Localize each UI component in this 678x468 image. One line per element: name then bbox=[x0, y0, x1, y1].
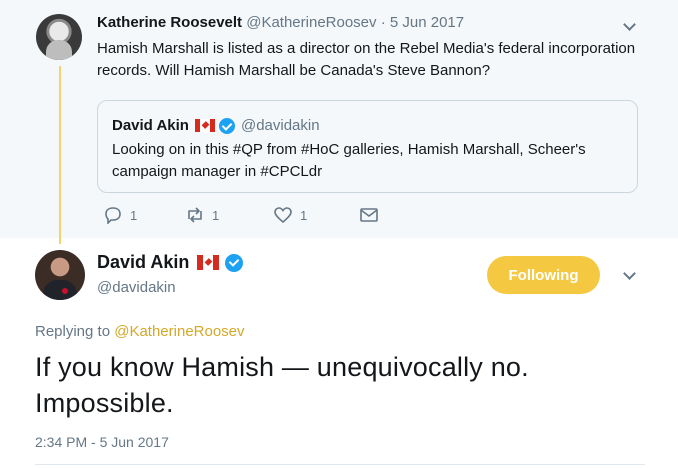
chevron-down-icon[interactable] bbox=[622, 268, 636, 282]
replying-to-handle-link[interactable]: @KatherineRoosev bbox=[114, 323, 244, 340]
following-button[interactable]: Following bbox=[487, 256, 600, 294]
main-author-name-row[interactable]: David Akin bbox=[97, 252, 244, 273]
retweet-icon bbox=[188, 207, 202, 223]
retweet-count: 1 bbox=[212, 207, 220, 223]
like-button[interactable]: 1 bbox=[273, 206, 307, 224]
verified-badge-icon bbox=[218, 117, 235, 134]
direct-message-icon bbox=[360, 208, 378, 222]
quoted-author-handle: @davidakin bbox=[240, 117, 320, 134]
parent-tweet-actions: 1 1 1 bbox=[97, 206, 397, 226]
verified-badge-icon bbox=[225, 253, 244, 272]
quoted-tweet-header: David Akin @davidakin bbox=[112, 117, 320, 134]
divider bbox=[35, 464, 645, 465]
parent-date[interactable]: 5 Jun 2017 bbox=[390, 14, 464, 31]
parent-tweet-header: Katherine Roosevelt @KatherineRoosev · 5… bbox=[97, 14, 464, 31]
canada-flag-icon bbox=[197, 255, 220, 270]
poppy-pin-icon bbox=[62, 288, 68, 294]
like-count: 1 bbox=[300, 207, 308, 223]
replying-prefix: Replying to bbox=[35, 323, 111, 340]
chevron-down-icon[interactable] bbox=[622, 19, 636, 33]
main-author-name[interactable]: David Akin bbox=[97, 252, 189, 273]
reply-button[interactable]: 1 bbox=[103, 206, 137, 224]
reply-icon bbox=[105, 207, 121, 224]
quoted-author-name: David Akin bbox=[112, 117, 189, 134]
parent-author-avatar[interactable] bbox=[36, 14, 82, 60]
direct-message-button[interactable] bbox=[359, 206, 386, 224]
parent-separator: · bbox=[380, 14, 386, 31]
replying-to-line: Replying to @KatherineRoosev bbox=[35, 323, 245, 340]
parent-author-handle[interactable]: @KatherineRoosev bbox=[246, 14, 376, 31]
quoted-tweet[interactable]: David Akin @davidakin Looking on in this… bbox=[97, 100, 638, 193]
parent-tweet-text: Hamish Marshall is listed as a director … bbox=[97, 40, 636, 79]
like-icon bbox=[274, 207, 292, 224]
retweet-button[interactable]: 1 bbox=[185, 206, 219, 224]
quoted-tweet-text: Looking on in this #QP from #HoC galleri… bbox=[112, 141, 586, 180]
main-tweet-timestamp[interactable]: 2:34 PM - 5 Jun 2017 bbox=[35, 434, 169, 450]
main-author-handle[interactable]: @davidakin bbox=[97, 279, 176, 296]
canada-flag-icon bbox=[194, 119, 215, 132]
parent-author-name[interactable]: Katherine Roosevelt bbox=[97, 14, 242, 31]
main-tweet-text: If you know Hamish — unequivocally no. I… bbox=[35, 352, 529, 418]
main-author-avatar[interactable] bbox=[35, 250, 85, 300]
thread-connector-line bbox=[59, 66, 61, 244]
reply-count: 1 bbox=[130, 207, 138, 223]
parent-tweet[interactable]: Katherine Roosevelt @KatherineRoosev · 5… bbox=[0, 0, 678, 238]
